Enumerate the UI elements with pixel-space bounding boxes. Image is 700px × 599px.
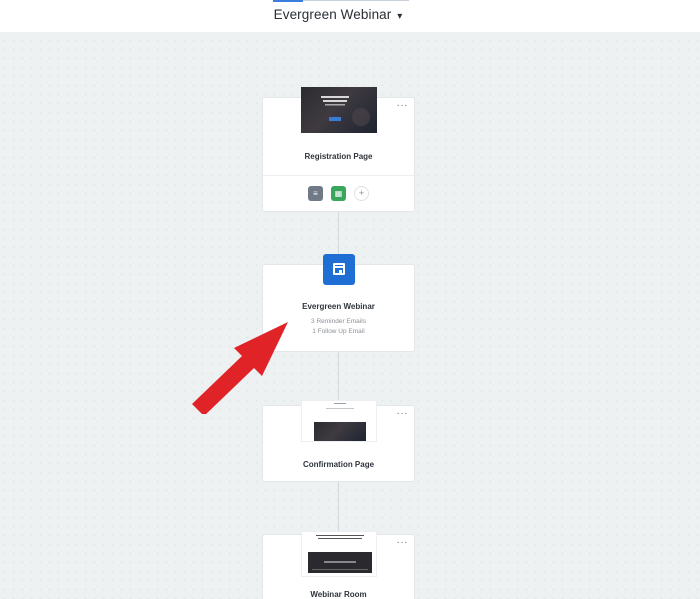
calendar-glyph bbox=[333, 263, 345, 275]
calendar-icon[interactable]: ▦ bbox=[331, 186, 346, 201]
arrow-shape bbox=[192, 322, 288, 414]
registration-page-label: Registration Page bbox=[304, 152, 373, 161]
funnel-title[interactable]: Evergreen Webinar ▾ bbox=[0, 7, 676, 22]
connector-line bbox=[338, 352, 339, 405]
webinar-room-thumbnail bbox=[301, 531, 377, 577]
top-accent-bar bbox=[273, 0, 303, 2]
thumb-text-line bbox=[318, 538, 362, 539]
thumb-text-line bbox=[326, 408, 354, 409]
connector-line bbox=[338, 482, 339, 534]
confirmation-page-thumbnail bbox=[301, 400, 377, 442]
plus-icon[interactable]: + bbox=[354, 186, 369, 201]
thumb-video bbox=[308, 552, 372, 573]
more-options-icon[interactable]: ··· bbox=[397, 100, 409, 111]
registration-page-card[interactable]: ··· Registration Page ≡ ▦ + bbox=[262, 87, 415, 212]
more-options-icon[interactable]: ··· bbox=[397, 408, 409, 419]
list-icon[interactable]: ≡ bbox=[308, 186, 323, 201]
more-options-icon[interactable]: ··· bbox=[397, 537, 409, 548]
webinar-room-label: Webinar Room bbox=[310, 590, 367, 599]
thumbnail-art bbox=[321, 96, 370, 126]
chevron-down-icon[interactable]: ▾ bbox=[397, 11, 402, 22]
top-bar: Evergreen Webinar ▾ bbox=[0, 0, 700, 32]
video-player-art bbox=[312, 561, 368, 570]
webinar-step-label: Evergreen Webinar bbox=[302, 302, 375, 311]
card-divider bbox=[263, 175, 414, 176]
confirmation-page-label: Confirmation Page bbox=[302, 460, 375, 469]
thumb-text-line bbox=[334, 403, 346, 404]
webinar-room-card[interactable]: ··· Webinar Room bbox=[262, 531, 415, 599]
webinar-calendar-icon[interactable] bbox=[323, 254, 355, 285]
confirmation-page-card[interactable]: ··· Confirmation Page bbox=[262, 400, 415, 482]
red-annotation-arrow bbox=[192, 322, 288, 414]
registration-page-thumbnail bbox=[301, 87, 377, 133]
top-accent-line bbox=[303, 0, 409, 1]
thumb-photo bbox=[314, 422, 366, 441]
thumb-text-line bbox=[316, 535, 364, 536]
funnel-title-text: Evergreen Webinar bbox=[273, 7, 392, 22]
